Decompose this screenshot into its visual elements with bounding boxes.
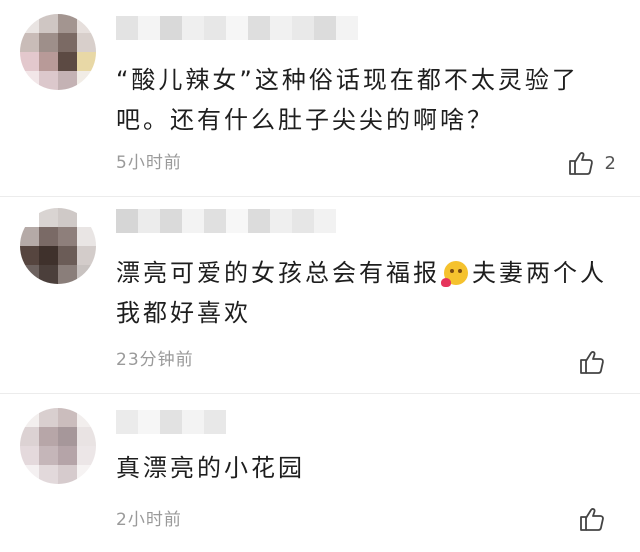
comment-item: 真漂亮的小花园 2小时前 <box>0 394 640 552</box>
thumbs-up-icon[interactable] <box>578 505 606 533</box>
comment-text: “酸儿辣女”这种俗话现在都不太灵验了 吧。还有什么肚子尖尖的啊啥？ <box>116 60 616 140</box>
like-count: 2 <box>604 152 616 174</box>
comment-time: 5小时前 <box>116 153 182 173</box>
comment-item: “酸儿辣女”这种俗话现在都不太灵验了 吧。还有什么肚子尖尖的啊啥？ 5小时前 2 <box>0 0 640 196</box>
thumbs-up-icon[interactable] <box>567 149 595 177</box>
comment-text: 真漂亮的小花园 <box>116 448 616 488</box>
comment-list: “酸儿辣女”这种俗话现在都不太灵验了 吧。还有什么肚子尖尖的啊啥？ 5小时前 2 <box>0 0 640 552</box>
username-pixelated[interactable] <box>116 209 336 233</box>
comment-text-line: 真漂亮的小花园 <box>116 454 305 482</box>
comment-text: 漂亮可爱的女孩总会有福报 夫妻两个人 我都好喜欢 <box>116 253 616 333</box>
avatar[interactable] <box>20 14 96 90</box>
comment-text-line: 夫妻两个人 <box>472 259 607 287</box>
comment-time: 23分钟前 <box>116 350 194 370</box>
thumbs-up-icon[interactable] <box>578 348 606 376</box>
comment-text-line: 漂亮可爱的女孩总会有福报 <box>116 259 440 287</box>
like-button[interactable]: 2 <box>567 148 616 178</box>
like-button[interactable] <box>578 347 616 377</box>
username-pixelated[interactable] <box>116 16 358 40</box>
comment-text-line: “酸儿辣女”这种俗话现在都不太灵验了 <box>116 66 579 94</box>
comment-text-line: 我都好喜欢 <box>116 299 251 327</box>
comment-time: 2小时前 <box>116 510 182 530</box>
avatar[interactable] <box>20 208 96 284</box>
username-pixelated[interactable] <box>116 410 226 434</box>
comment-item: 漂亮可爱的女孩总会有福报 夫妻两个人 我都好喜欢 23分钟前 <box>0 197 640 393</box>
avatar[interactable] <box>20 408 96 484</box>
face-blowing-kiss-emoji <box>441 261 468 287</box>
comment-text-line: 吧。还有什么肚子尖尖的啊啥？ <box>116 106 494 134</box>
like-button[interactable] <box>578 504 616 534</box>
